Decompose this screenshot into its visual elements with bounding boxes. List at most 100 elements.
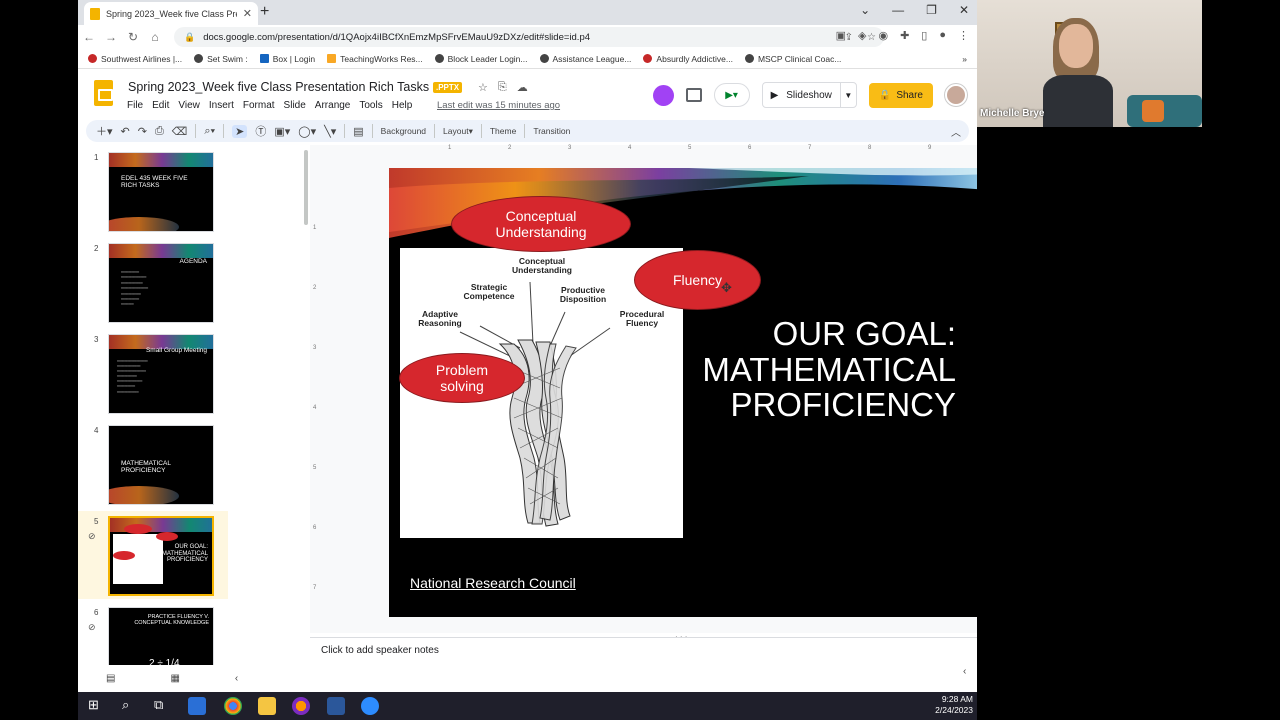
image-icon[interactable]: ▣▾ xyxy=(274,125,290,138)
url-field[interactable]: 🔒 docs.google.com/presentation/d/1QAojx4… xyxy=(174,27,884,47)
ruler-tick-label: 5 xyxy=(313,465,317,471)
decor xyxy=(109,217,179,231)
bookmark[interactable]: TeachingWorks Res... xyxy=(327,54,423,64)
bookmark[interactable]: Box | Login xyxy=(259,54,315,64)
menu-view[interactable]: View xyxy=(178,100,200,111)
background-button[interactable]: Background xyxy=(381,126,426,136)
print-icon[interactable]: ⎙ xyxy=(155,125,164,138)
system-clock[interactable]: 9:28 AM 2/24/2023 xyxy=(935,694,973,717)
theme-button[interactable]: Theme xyxy=(490,126,516,136)
shape-icon[interactable]: ◯▾ xyxy=(298,125,316,138)
task-view-icon[interactable]: ⧉ xyxy=(154,697,163,713)
cloud-status-icon[interactable]: ☁ xyxy=(517,81,528,94)
paint-format-icon[interactable]: ⌫ xyxy=(172,125,188,138)
menu-insert[interactable]: Insert xyxy=(209,100,234,111)
oval-conceptual-understanding[interactable]: Conceptual Understanding xyxy=(451,196,631,252)
slide-thumbnail-5[interactable]: 5 ⊘ OUR GOAL: MATHEMATICAL PROFICIENCY xyxy=(78,511,228,599)
text-box-icon[interactable]: Ⓣ xyxy=(255,123,266,139)
zoom-icon[interactable]: ⌕▾ xyxy=(204,125,215,138)
home-icon[interactable]: ⌂ xyxy=(144,30,166,44)
slideshow-button[interactable]: ▶ Slideshow ▼ xyxy=(761,82,857,108)
speaker-notes[interactable]: Click to add speaker notes xyxy=(310,637,977,692)
bookmark[interactable]: Set Swim : xyxy=(194,54,248,64)
select-cursor-icon[interactable]: ➤ xyxy=(232,124,248,138)
oval-fluency[interactable]: Fluency xyxy=(634,250,761,310)
menu-arrange[interactable]: Arrange xyxy=(315,100,351,111)
close-tab-icon[interactable]: ✕ xyxy=(243,7,252,20)
oval-problem-solving[interactable]: Problem solving xyxy=(399,353,525,403)
profile-icon[interactable]: ● xyxy=(939,29,946,42)
more-bookmarks-icon[interactable]: » xyxy=(962,54,967,64)
extension-icon[interactable]: ◉ xyxy=(878,29,888,42)
source-link[interactable]: National Research Council xyxy=(410,575,576,591)
menu-tools[interactable]: Tools xyxy=(359,100,382,111)
list-view-icon[interactable]: ▤ xyxy=(106,673,115,684)
move-folder-icon[interactable]: ⎘ xyxy=(498,81,507,94)
meet-button[interactable]: ▶▾ xyxy=(713,83,750,107)
zoom-icon[interactable] xyxy=(361,697,379,715)
last-edit-link[interactable]: Last edit was 15 minutes ago xyxy=(437,100,560,111)
side-panel-toggle-icon[interactable]: ‹ xyxy=(963,666,966,677)
bookmark[interactable]: Southwest Airlines |... xyxy=(88,54,182,64)
bookmark[interactable]: Assistance League... xyxy=(539,54,631,64)
back-icon[interactable]: ← xyxy=(78,30,100,44)
firefox-icon[interactable] xyxy=(292,697,310,715)
extension-icon[interactable]: ▣ xyxy=(836,29,846,42)
extension-icon[interactable]: ◈ xyxy=(858,29,866,42)
star-icon[interactable]: ☆ xyxy=(478,81,488,94)
comment-add-icon[interactable]: ▤ xyxy=(353,125,363,138)
restore-icon[interactable]: ❐ xyxy=(926,3,937,17)
slide-canvas[interactable]: Conceptual Understanding Strategic Compe… xyxy=(389,168,977,617)
mail-icon[interactable] xyxy=(188,697,206,715)
forward-icon[interactable]: → xyxy=(100,30,122,44)
chrome-icon[interactable] xyxy=(224,697,242,715)
slide-thumbnail-2[interactable]: 2 AGENDA ━━━━━━━━━━ ━━━━━━━━━━━━━━ ━━━━━━━… xyxy=(78,238,228,326)
avatar[interactable] xyxy=(945,84,967,106)
windows-start-icon[interactable]: ⊞ xyxy=(88,697,99,713)
editing-toolbar: ＋▾ ↶ ↷ ⎙ ⌫ ⌕▾ ➤ Ⓣ ▣▾ ◯▾ ╲▾ ▤ Background … xyxy=(86,120,969,142)
layout-button[interactable]: Layout▾ xyxy=(443,126,473,137)
slide-thumbnail-4[interactable]: 4 MATHEMATICAL PROFICIENCY xyxy=(78,420,228,508)
transition-button[interactable]: Transition xyxy=(533,126,570,136)
globe-icon xyxy=(434,54,444,63)
slideshow-dropdown-icon[interactable]: ▼ xyxy=(839,83,856,107)
browser-tab[interactable]: Spring 2023_Week five Class Pre ✕ xyxy=(84,2,258,25)
bookmark[interactable]: Block Leader Login... xyxy=(434,54,528,64)
line-icon[interactable]: ╲▾ xyxy=(324,125,336,138)
grid-view-icon[interactable]: ▦ xyxy=(170,673,179,684)
decor xyxy=(1142,100,1164,122)
bookmark[interactable]: Absurdly Addictive... xyxy=(643,54,733,64)
menu-format[interactable]: Format xyxy=(243,100,275,111)
search-icon[interactable]: ⌕ xyxy=(122,697,129,713)
collapse-panel-icon[interactable]: ‹ xyxy=(235,673,238,684)
word-icon[interactable] xyxy=(327,697,345,715)
slide-thumbnail-3[interactable]: 3 Small Group Meeting ━━━━━━━━━━━━━━━━━ ━… xyxy=(78,329,228,417)
minimize-icon[interactable]: — xyxy=(892,3,904,17)
document-title[interactable]: Spring 2023_Week five Class Presentation… xyxy=(128,80,429,94)
menu-edit[interactable]: Edit xyxy=(152,100,169,111)
menu-slide[interactable]: Slide xyxy=(284,100,306,111)
new-slide-icon[interactable]: ＋▾ xyxy=(96,123,113,139)
chevron-down-icon[interactable]: ⌄ xyxy=(860,3,870,17)
menu-dots-icon[interactable]: ⋮ xyxy=(958,29,969,42)
menu-help[interactable]: Help xyxy=(392,100,413,111)
new-tab-icon[interactable]: + xyxy=(260,3,269,21)
menu-file[interactable]: File xyxy=(127,100,143,111)
close-window-icon[interactable]: ✕ xyxy=(959,3,969,17)
share-button[interactable]: 🔒 Share xyxy=(868,82,933,108)
sidebar-icon[interactable]: ▯ xyxy=(921,29,927,42)
filmstrip-scrollbar[interactable] xyxy=(304,150,308,225)
bookmark[interactable]: MSCP Clinical Coac... xyxy=(744,54,841,64)
filmstrip-footer: ▤ ▦ ‹ xyxy=(78,665,310,692)
slides-logo-icon[interactable] xyxy=(94,80,113,106)
slide-thumbnail-1[interactable]: 1 EDEL 435 WEEK FIVE RICH TASKS xyxy=(78,147,228,235)
slide-title[interactable]: OUR GOAL: MATHEMATICAL PROFICIENCY xyxy=(702,316,956,423)
reload-icon[interactable]: ↻ xyxy=(122,30,144,44)
collapse-toolbar-icon[interactable]: ︿ xyxy=(951,124,961,139)
file-explorer-icon[interactable] xyxy=(258,697,276,715)
puzzle-icon[interactable]: ✚ xyxy=(900,29,909,42)
add-on-icon[interactable] xyxy=(652,84,674,106)
undo-icon[interactable]: ↶ xyxy=(121,125,130,138)
redo-icon[interactable]: ↷ xyxy=(138,125,147,138)
comments-icon[interactable] xyxy=(685,88,702,102)
